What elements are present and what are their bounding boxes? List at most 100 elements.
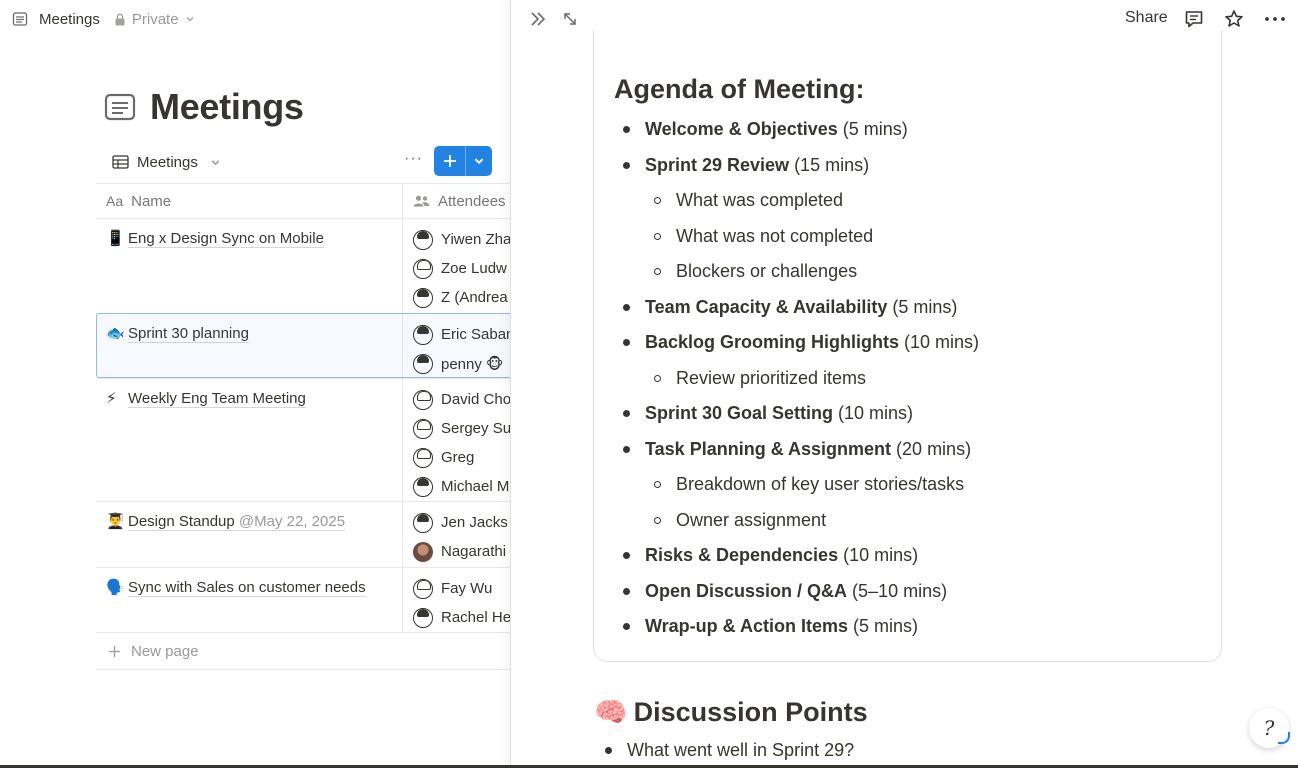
discussion-heading[interactable]: 🧠 Discussion Points <box>594 696 868 728</box>
new-page-label: New page <box>131 642 199 660</box>
name-cell[interactable]: 🐟 Sprint 30 planning <box>96 314 403 378</box>
attendee[interactable]: Michael M <box>403 472 510 501</box>
page-icon[interactable] <box>104 91 136 123</box>
agenda-item-title: Risks & Dependencies <box>645 545 839 566</box>
attendee[interactable]: Greg <box>403 443 510 472</box>
page-title[interactable]: Meetings <box>150 86 304 128</box>
plus-icon <box>108 645 121 657</box>
agenda-item-text: (10 mins) <box>904 332 980 353</box>
agenda-item[interactable]: Sprint 30 Goal Setting (10 mins) <box>623 396 1203 432</box>
avatar <box>413 418 433 439</box>
name-cell[interactable]: 📱 Eng x Design Sync on Mobile <box>96 219 403 313</box>
bullet <box>623 339 630 347</box>
agenda-item[interactable]: Breakdown of key user stories/tasks <box>623 467 1203 503</box>
agenda-item[interactable]: Welcome & Objectives (5 mins) <box>623 112 1203 148</box>
attendee-name: Sergey Su <box>441 420 510 437</box>
attendee[interactable]: David Cho <box>403 385 510 414</box>
agenda-list: Welcome & Objectives (5 mins) Sprint 29 Re… <box>623 112 1203 645</box>
attendee[interactable]: Zoe Ludw <box>403 254 510 283</box>
view-name: Meetings <box>137 153 198 171</box>
close-peek-icon[interactable] <box>529 10 547 28</box>
attendee[interactable]: Sergey Su <box>403 414 510 443</box>
new-page-row[interactable]: New page <box>96 633 510 670</box>
row-title[interactable]: Sync with Sales on customer needs <box>128 579 366 597</box>
more-options-icon[interactable] <box>1264 12 1286 26</box>
attendee[interactable]: Eric Saban <box>403 320 510 349</box>
table-row[interactable]: 👨‍🎓 Design Standup @May 22, 2025 Jen Jack… <box>96 502 510 568</box>
breadcrumb-page[interactable]: Meetings <box>39 11 100 28</box>
table-header: Aa Name Attendees <box>96 183 510 219</box>
agenda-item[interactable]: What was not completed <box>623 219 1203 255</box>
agenda-item[interactable]: Sprint 29 Review (15 mins) <box>623 148 1203 184</box>
agenda-item-title: Wrap-up & Action Items <box>645 616 849 637</box>
agenda-item[interactable]: Owner assignment <box>623 503 1203 539</box>
bullet <box>654 268 661 276</box>
bullet <box>623 552 630 560</box>
attendees-cell[interactable]: David Cho Sergey Su Greg Michael M <box>403 379 510 501</box>
column-header-name[interactable]: Aa Name <box>96 184 403 218</box>
bullet <box>654 232 661 240</box>
row-title[interactable]: Weekly Eng Team Meeting <box>128 390 306 408</box>
comment-icon[interactable] <box>1184 9 1204 29</box>
agenda-item[interactable]: What was completed <box>623 183 1203 219</box>
table-row[interactable]: 🐟 Sprint 30 planning Eric Saban penny 🐵 <box>96 313 510 379</box>
meetings-database-pane: Meetings Private Meetings Meetings ··· A… <box>0 0 510 768</box>
agenda-item[interactable]: Risks & Dependencies (10 mins) <box>623 538 1203 574</box>
attendee[interactable]: Z (Andrea <box>403 283 510 312</box>
table-row[interactable]: 📱 Eng x Design Sync on Mobile Yiwen Zha Z… <box>96 219 510 314</box>
meetings-table: Aa Name Attendees 📱 Eng x Design Sync on … <box>96 183 510 670</box>
agenda-item-text: (10 mins) <box>838 403 914 424</box>
share-button[interactable]: Share <box>1125 9 1168 27</box>
list-item[interactable]: What went well in Sprint 29? <box>605 740 854 761</box>
attendee-name: Greg <box>441 449 475 466</box>
attendee[interactable]: Yiwen Zha <box>403 225 510 254</box>
lightning-icon: ⚡ <box>106 390 117 407</box>
row-title[interactable]: Eng x Design Sync on Mobile <box>128 230 324 248</box>
column-header-attendees[interactable]: Attendees <box>403 184 510 218</box>
new-page-button[interactable] <box>434 146 492 176</box>
more-options-icon[interactable]: ··· <box>404 150 423 168</box>
agenda-item[interactable]: Backlog Grooming Highlights (10 mins) <box>623 325 1203 361</box>
star-icon[interactable] <box>1224 9 1244 29</box>
agenda-item[interactable]: Wrap-up & Action Items (5 mins) <box>623 609 1203 645</box>
attendee-name: Michael M <box>441 478 510 495</box>
name-cell[interactable]: ⚡ Weekly Eng Team Meeting <box>96 379 403 501</box>
top-breadcrumb-bar: Meetings Private <box>0 0 510 38</box>
agenda-item[interactable]: Team Capacity & Availability (5 mins) <box>623 290 1203 326</box>
attendee[interactable]: Jen Jacks <box>403 508 510 537</box>
people-icon <box>413 195 430 207</box>
row-title[interactable]: Design Standup @May 22, 2025 <box>128 513 346 531</box>
date-mention[interactable]: @May 22, 2025 <box>238 513 346 531</box>
view-tab-meetings[interactable]: Meetings <box>96 154 221 171</box>
table-row[interactable]: 🗣️ Sync with Sales on customer needs Fay … <box>96 568 510 633</box>
database-view-bar: Meetings ··· <box>96 146 510 178</box>
agenda-item[interactable]: Blockers or challenges <box>623 254 1203 290</box>
avatar <box>413 258 433 279</box>
attendee[interactable]: Fay Wu <box>403 574 510 603</box>
attendees-cell[interactable]: Yiwen Zha Zoe Ludw Z (Andrea <box>403 219 510 313</box>
attendees-cell[interactable]: Eric Saban penny 🐵 <box>403 314 510 378</box>
expand-icon[interactable] <box>561 10 579 28</box>
attendee[interactable]: Nagarathi <box>403 537 510 566</box>
bullet <box>654 481 661 489</box>
attendee[interactable]: penny 🐵 <box>403 349 510 378</box>
attendee[interactable]: Rachel He <box>403 603 510 632</box>
table-row[interactable]: ⚡ Weekly Eng Team Meeting David Cho Serge… <box>96 379 510 502</box>
agenda-heading[interactable]: Agenda of Meeting: <box>614 74 865 105</box>
privacy-selector[interactable]: Private <box>114 11 195 28</box>
chevron-down-icon[interactable] <box>466 146 492 176</box>
chevron-down-icon <box>211 159 220 165</box>
attendee-name: Yiwen Zha <box>441 231 510 248</box>
name-cell[interactable]: 👨‍🎓 Design Standup @May 22, 2025 <box>96 502 403 567</box>
attendees-cell[interactable]: Fay Wu Rachel He <box>403 568 510 632</box>
agenda-item[interactable]: Task Planning & Assignment (20 mins) <box>623 432 1203 468</box>
agenda-item[interactable]: Review prioritized items <box>623 361 1203 397</box>
name-cell[interactable]: 🗣️ Sync with Sales on customer needs <box>96 568 403 632</box>
agenda-item-text: (5 mins) <box>853 616 919 637</box>
attendee-name: penny 🐵 <box>441 355 504 373</box>
help-button[interactable]: ? <box>1249 708 1290 748</box>
agenda-item[interactable]: Open Discussion / Q&A (5–10 mins) <box>623 574 1203 610</box>
plus-icon[interactable] <box>434 146 466 176</box>
row-title[interactable]: Sprint 30 planning <box>128 325 249 343</box>
attendees-cell[interactable]: Jen Jacks Nagarathi <box>403 502 510 567</box>
